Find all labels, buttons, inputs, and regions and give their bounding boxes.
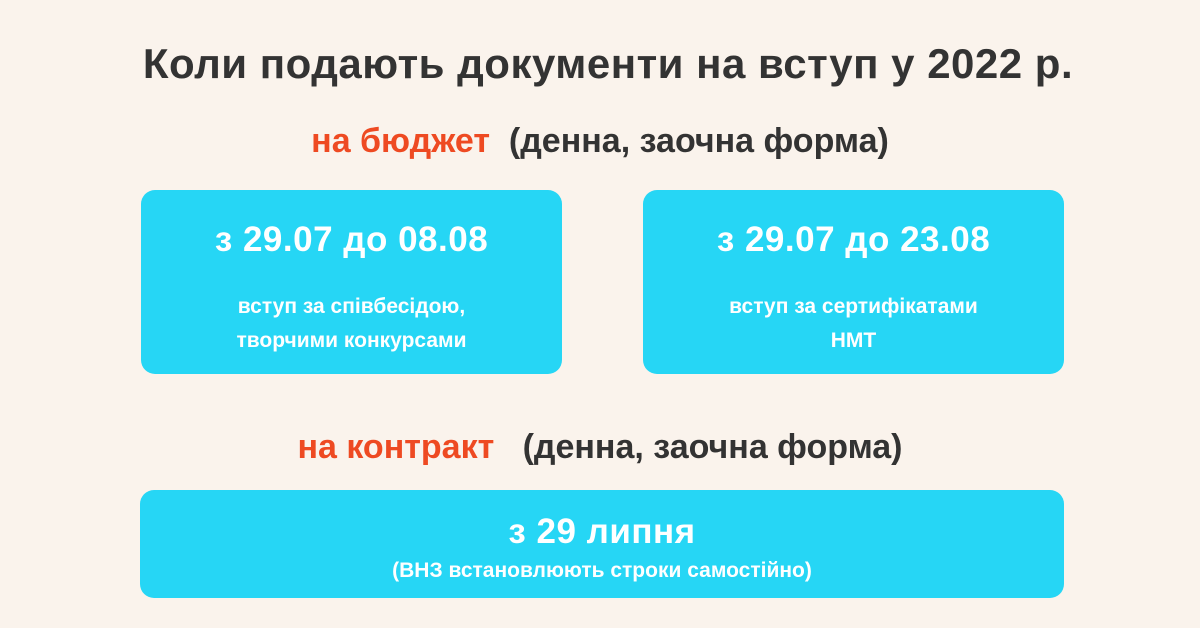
- budget-heading: на бюджет (денна, заочна форма): [0, 122, 1200, 161]
- contract-card: з 29 липня (ВНЗ встановлюють строки само…: [140, 490, 1064, 598]
- budget-label: на бюджет: [311, 122, 490, 160]
- contract-heading: на контракт (денна, заочна форма): [0, 428, 1200, 467]
- page-title: Коли подають документи на вступ у 2022 р…: [142, 40, 1074, 87]
- contract-form: (денна, заочна форма): [522, 428, 903, 466]
- budget-form: (денна, заочна форма): [508, 122, 889, 160]
- contract-dates: з 29 липня: [508, 512, 696, 551]
- contract-note: (ВНЗ встановлюють строки самостійно): [392, 559, 812, 582]
- budget-interview-dates: з 29.07 до 08.08: [214, 220, 489, 259]
- budget-certificate-dates: з 29.07 до 23.08: [716, 220, 991, 259]
- budget-interview-desc-line1: вступ за співбесідою,: [237, 295, 466, 318]
- budget-certificate-description: вступ за сертифікатами НМТ: [643, 290, 1064, 358]
- budget-interview-card: з 29.07 до 08.08 вступ за співбесідою, т…: [141, 190, 562, 374]
- budget-certificate-desc-line2: НМТ: [830, 329, 877, 352]
- budget-interview-desc-line2: творчими конкурсами: [236, 329, 467, 352]
- budget-interview-description: вступ за співбесідою, творчими конкурсам…: [141, 290, 562, 358]
- contract-label: на контракт: [297, 428, 495, 466]
- budget-certificate-desc-line1: вступ за сертифікатами: [729, 295, 978, 318]
- budget-certificate-card: з 29.07 до 23.08 вступ за сертифікатами …: [643, 190, 1064, 374]
